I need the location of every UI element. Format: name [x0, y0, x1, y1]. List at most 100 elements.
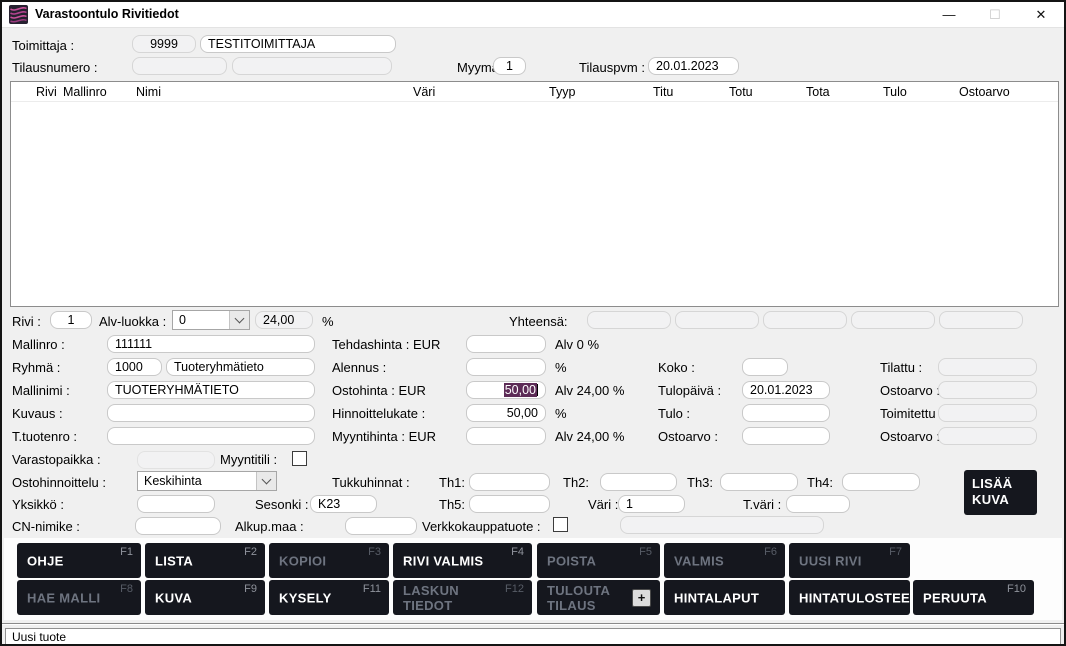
button-label: KUVA [155, 590, 225, 605]
table-column-header: Tyyp [549, 85, 575, 99]
rivi-valmis-button[interactable]: RIVI VALMISF4 [393, 543, 532, 578]
close-button[interactable]: ✕ [1018, 2, 1064, 27]
vari-field[interactable]: 1 [618, 495, 685, 513]
toimittaja-name-field[interactable]: TESTITOIMITTAJA [200, 35, 396, 53]
text-caret [537, 384, 538, 396]
button-label: HINTATULOSTEET [799, 590, 870, 605]
tilausnumero-label: Tilausnumero : [12, 60, 98, 75]
myymala-field[interactable]: 1 [493, 57, 526, 75]
th4-field[interactable] [842, 473, 920, 491]
mallinimi-field[interactable]: TUOTERYHMÄTIETO [107, 381, 315, 399]
mallinro-field[interactable]: 111111 [107, 335, 315, 353]
chevron-down-icon[interactable] [229, 311, 249, 329]
yhteensa-field-4 [851, 311, 935, 329]
tvari-field[interactable] [786, 495, 850, 513]
button-label: LASKUN TIEDOT [403, 583, 492, 613]
varastopaikka-field [137, 451, 215, 469]
peruuta-button[interactable]: PERUUTA F10 [913, 580, 1034, 615]
hintatulosteet-button[interactable]: HINTATULOSTEET [789, 580, 910, 615]
yksikko-label: Yksikkö : [12, 497, 64, 512]
table-column-header: Mallinro [63, 85, 107, 99]
button-panel: OHJEF1LISTAF2KOPIOIF3RIVI VALMISF4POISTA… [4, 538, 1062, 620]
status-divider [2, 623, 1064, 625]
table-column-header: Rivi [36, 85, 57, 99]
tukkuhinnat-label: Tukkuhinnat : [332, 475, 410, 490]
kopioi-button: KOPIOIF3 [269, 543, 389, 578]
sesonki-field[interactable]: K23 [310, 495, 377, 513]
ostoarvo3-field [938, 427, 1037, 445]
valmis-button: VALMISF6 [664, 543, 785, 578]
ostoarvo2-label: Ostoarvo : [880, 383, 940, 398]
verkkokauppatuote-checkbox[interactable] [553, 517, 568, 532]
maximize-button: ☐ [972, 2, 1018, 27]
button-label: HAE MALLI [27, 590, 101, 605]
ostohinta-field[interactable]: 50,00 [466, 381, 546, 399]
th2-field[interactable] [600, 473, 677, 491]
ohje-button[interactable]: OHJEF1 [17, 543, 141, 578]
rivi-field[interactable]: 1 [50, 311, 92, 329]
app-window: Varastoontulo Rivitiedot — ☐ ✕ Toimittaj… [0, 0, 1066, 646]
table-column-header: Väri [413, 85, 435, 99]
plus-icon[interactable]: + [632, 589, 651, 607]
myyntihinta-alv-label: Alv 24,00 % [555, 429, 624, 444]
app-logo-icon [9, 5, 28, 24]
alennus-pct-sign: % [555, 360, 567, 375]
minimize-button[interactable]: — [926, 2, 972, 27]
varastopaikka-label: Varastopaikka : [12, 452, 101, 467]
yhteensa-field-2 [675, 311, 759, 329]
ostohinnoittelu-select[interactable]: Keskihinta [137, 471, 277, 491]
fkey-label: F5 [639, 546, 652, 558]
table-header-divider [11, 101, 1058, 102]
alkup-maa-field[interactable] [345, 517, 417, 535]
tulo-field[interactable] [742, 404, 830, 422]
table-column-header: Ostoarvo [959, 85, 1010, 99]
yhteensa-field-3 [763, 311, 847, 329]
rows-table[interactable]: RiviMallinroNimiVäriTyypTituTotuTotaTulo… [10, 81, 1059, 307]
hintalaput-button[interactable]: HINTALAPUT [664, 580, 785, 615]
cn-nimike-field[interactable] [135, 517, 221, 535]
th5-field[interactable] [469, 495, 550, 513]
lisaa-kuva-button[interactable]: LISÄÄ KUVA [964, 470, 1037, 515]
myyntihinta-field[interactable] [466, 427, 546, 445]
kuvaus-field[interactable] [107, 404, 315, 422]
fkey-label: F9 [244, 583, 257, 595]
ostoarvo2-field [938, 381, 1037, 399]
toimitettu-field [938, 404, 1037, 422]
kysely-button[interactable]: KYSELYF11 [269, 580, 389, 615]
chevron-down-icon[interactable] [256, 472, 276, 490]
ostohinta-selected-text: 50,00 [504, 383, 537, 397]
alennus-field[interactable] [466, 358, 546, 376]
toimittaja-label: Toimittaja : [12, 38, 74, 53]
tilattu-label: Tilattu : [880, 360, 922, 375]
table-column-header: Tulo [883, 85, 907, 99]
hinnoittelukate-label: Hinnoittelukate : [332, 406, 425, 421]
tilauspvm-label: Tilauspvm : [579, 60, 645, 75]
th3-field[interactable] [720, 473, 798, 491]
myyntitili-checkbox[interactable] [292, 451, 307, 466]
fkey-label: F10 [1007, 583, 1026, 595]
koko-field[interactable] [742, 358, 788, 376]
tulopaiva-field[interactable]: 20.01.2023 [742, 381, 830, 399]
koko-label: Koko : [658, 360, 695, 375]
tuotenro-field[interactable] [107, 427, 315, 445]
button-label: UUSI RIVI [799, 553, 870, 568]
ostoarvo1-field[interactable] [742, 427, 830, 445]
myyntitili-label: Myyntitili : [220, 452, 277, 467]
kuva-button[interactable]: KUVA F9 [145, 580, 265, 615]
hinnoittelukate-field[interactable]: 50,00 [466, 404, 546, 422]
tilauspvm-field[interactable]: 20.01.2023 [648, 57, 739, 75]
tehdashinta-field[interactable] [466, 335, 546, 353]
ryhma-name-field[interactable]: Tuoteryhmätieto [166, 358, 315, 376]
ostohinta-label: Ostohinta : EUR [332, 383, 426, 398]
tulouta-tilaus-button: TULOUTA TILAUS+ [537, 580, 660, 615]
lista-button[interactable]: LISTAF2 [145, 543, 265, 578]
verkkokauppatuote-label: Verkkokauppatuote : [422, 519, 541, 534]
tvari-label: T.väri : [743, 497, 781, 512]
alv-luokka-select[interactable]: 0 [172, 310, 250, 330]
laskun-tiedot-button: LASKUN TIEDOTF12 [393, 580, 532, 615]
yksikko-field[interactable] [137, 495, 215, 513]
ryhma-code-field[interactable]: 1000 [107, 358, 162, 376]
button-label: PERUUTA [923, 590, 994, 605]
th1-field[interactable] [469, 473, 550, 491]
th2-label: Th2: [563, 475, 589, 490]
